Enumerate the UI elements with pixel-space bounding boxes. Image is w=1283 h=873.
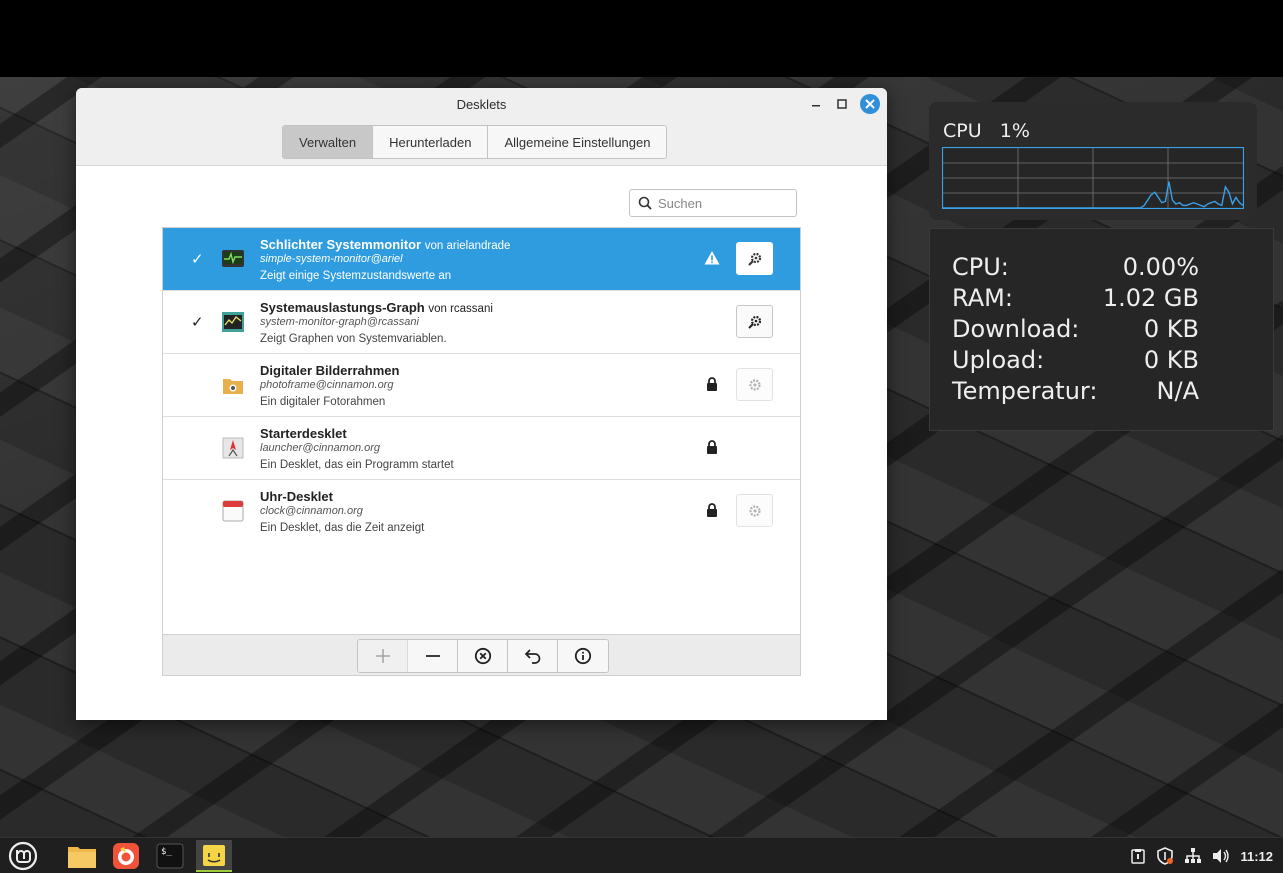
minimize-button[interactable] (806, 94, 826, 114)
taskbar: $_ 11:12 (0, 837, 1283, 873)
desklet-description: Zeigt Graphen von Systemvariablen. (260, 333, 447, 345)
lock-icon (707, 440, 717, 454)
tab-bar: Verwalten Herunterladen Allgemeine Einst… (282, 125, 668, 159)
folder-icon (68, 847, 96, 868)
taskbar-firefox[interactable] (108, 840, 144, 872)
network-icon[interactable] (1184, 847, 1202, 865)
search-field[interactable] (629, 189, 797, 217)
desklet-uuid: system-monitor-graph@rcassani (260, 316, 419, 328)
lock-icon (707, 503, 717, 517)
desklet-list: ✓ Schlichter Systemmonitor von arielandr… (162, 227, 801, 676)
warning-icon (704, 251, 720, 265)
gear-icon (747, 315, 761, 329)
configure-button[interactable] (736, 242, 773, 275)
desklets-app-icon (203, 845, 225, 866)
search-input[interactable] (658, 195, 788, 211)
maximize-icon (837, 99, 847, 109)
info-button[interactable] (558, 640, 608, 672)
system-monitor-icon (222, 250, 244, 267)
list-item[interactable]: Digitaler Bilderrahmen photoframe@cinnam… (163, 354, 800, 417)
sysmon-row-temperature: Temperatur: N/A (952, 377, 1199, 405)
cpu-graph-plot (942, 147, 1244, 209)
tab-verwalten[interactable]: Verwalten (283, 126, 374, 158)
plus-icon (375, 649, 390, 663)
launcher-icon (222, 437, 244, 459)
desklet-name: Starterdesklet (260, 426, 347, 441)
linux-mint-logo-icon (8, 841, 38, 871)
close-icon (865, 99, 875, 109)
list-item[interactable]: ✓ Systemauslastungs-Graph von rcassani s… (163, 291, 800, 354)
enabled-check-icon: ✓ (191, 251, 204, 268)
remove-desklet-button[interactable] (408, 640, 458, 672)
taskbar-files[interactable] (64, 840, 100, 872)
close-button[interactable] (860, 94, 880, 114)
lock-icon (707, 377, 717, 391)
tab-allgemeine-einstellungen[interactable]: Allgemeine Einstellungen (488, 126, 667, 158)
desklet-uuid: launcher@cinnamon.org (260, 442, 381, 454)
calendar-clock-icon (222, 500, 244, 522)
cpu-graph-label: CPU 1% (943, 120, 1030, 142)
gear-icon (747, 252, 761, 266)
desklet-uuid: simple-system-monitor@ariel (260, 253, 403, 265)
enabled-check-icon: ✓ (191, 314, 204, 331)
desklet-name: Schlichter Systemmonitor von arielandrad… (260, 237, 511, 252)
gear-icon (748, 504, 761, 517)
list-item[interactable]: Starterdesklet launcher@cinnamon.org Ein… (163, 417, 800, 480)
photo-frame-icon (223, 379, 243, 394)
gear-icon (748, 378, 761, 391)
desklet-uuid: photoframe@cinnamon.org (260, 379, 394, 391)
info-icon (574, 647, 592, 665)
desklet-name: Systemauslastungs-Graph von rcassani (260, 300, 493, 315)
desklet-description: Zeigt einige Systemzustandswerte an (260, 270, 452, 282)
cpu-graph-desklet[interactable]: CPU 1% (929, 102, 1257, 220)
clipboard-icon[interactable] (1130, 848, 1146, 864)
minimize-icon (812, 105, 820, 107)
sysmon-row-upload: Upload: 0 KB (952, 346, 1199, 374)
terminal-icon: $_ (156, 843, 184, 869)
desklet-name: Uhr-Desklet (260, 489, 333, 504)
taskbar-desklets[interactable] (196, 840, 232, 872)
mint-menu-button[interactable] (5, 840, 41, 872)
remove-icon (474, 647, 491, 665)
desklet-description: Ein Desklet, das ein Programm startet (260, 459, 454, 471)
firefox-icon (113, 843, 139, 869)
taskbar-terminal[interactable]: $_ (152, 840, 188, 872)
sysmon-row-ram: RAM: 1.02 GB (952, 284, 1199, 312)
svg-text:$_: $_ (161, 847, 172, 857)
desklets-window: Desklets Verwalten Herunterladen Allgeme… (76, 88, 887, 720)
clear-button[interactable] (458, 640, 508, 672)
configure-button[interactable] (736, 305, 773, 338)
system-graph-icon (222, 312, 244, 332)
tab-herunterladen[interactable]: Herunterladen (373, 126, 489, 158)
configure-button[interactable] (736, 494, 773, 527)
system-tray: 11:12 (1130, 838, 1273, 873)
desklet-description: Ein digitaler Fotorahmen (260, 396, 386, 408)
desklet-description: Ein Desklet, das die Zeit anzeigt (260, 522, 425, 534)
undo-icon (524, 649, 540, 664)
maximize-button[interactable] (832, 94, 852, 114)
add-button[interactable] (358, 640, 408, 672)
restore-button[interactable] (508, 640, 558, 672)
window-title: Desklets (456, 97, 507, 112)
volume-icon[interactable] (1212, 848, 1230, 864)
window-titlebar[interactable]: Desklets Verwalten Herunterladen Allgeme… (76, 88, 887, 166)
sysmon-row-cpu: CPU: 0.00% (952, 253, 1199, 281)
toolbar-button-group (357, 639, 609, 673)
desklet-name: Digitaler Bilderrahmen (260, 363, 400, 378)
sysmon-row-download: Download: 0 KB (952, 315, 1199, 343)
shield-icon[interactable] (1156, 847, 1174, 865)
minus-icon (425, 655, 440, 657)
list-toolbar (162, 634, 801, 676)
list-item[interactable]: Uhr-Desklet clock@cinnamon.org Ein Deskl… (163, 480, 800, 543)
search-icon (638, 196, 652, 210)
list-item[interactable]: ✓ Schlichter Systemmonitor von arielandr… (163, 228, 800, 291)
system-monitor-desklet[interactable]: CPU: 0.00% RAM: 1.02 GB Download: 0 KB Uplo… (929, 228, 1274, 431)
desklet-uuid: clock@cinnamon.org (260, 505, 363, 517)
configure-button[interactable] (736, 368, 773, 401)
clock[interactable]: 11:12 (1240, 849, 1273, 864)
